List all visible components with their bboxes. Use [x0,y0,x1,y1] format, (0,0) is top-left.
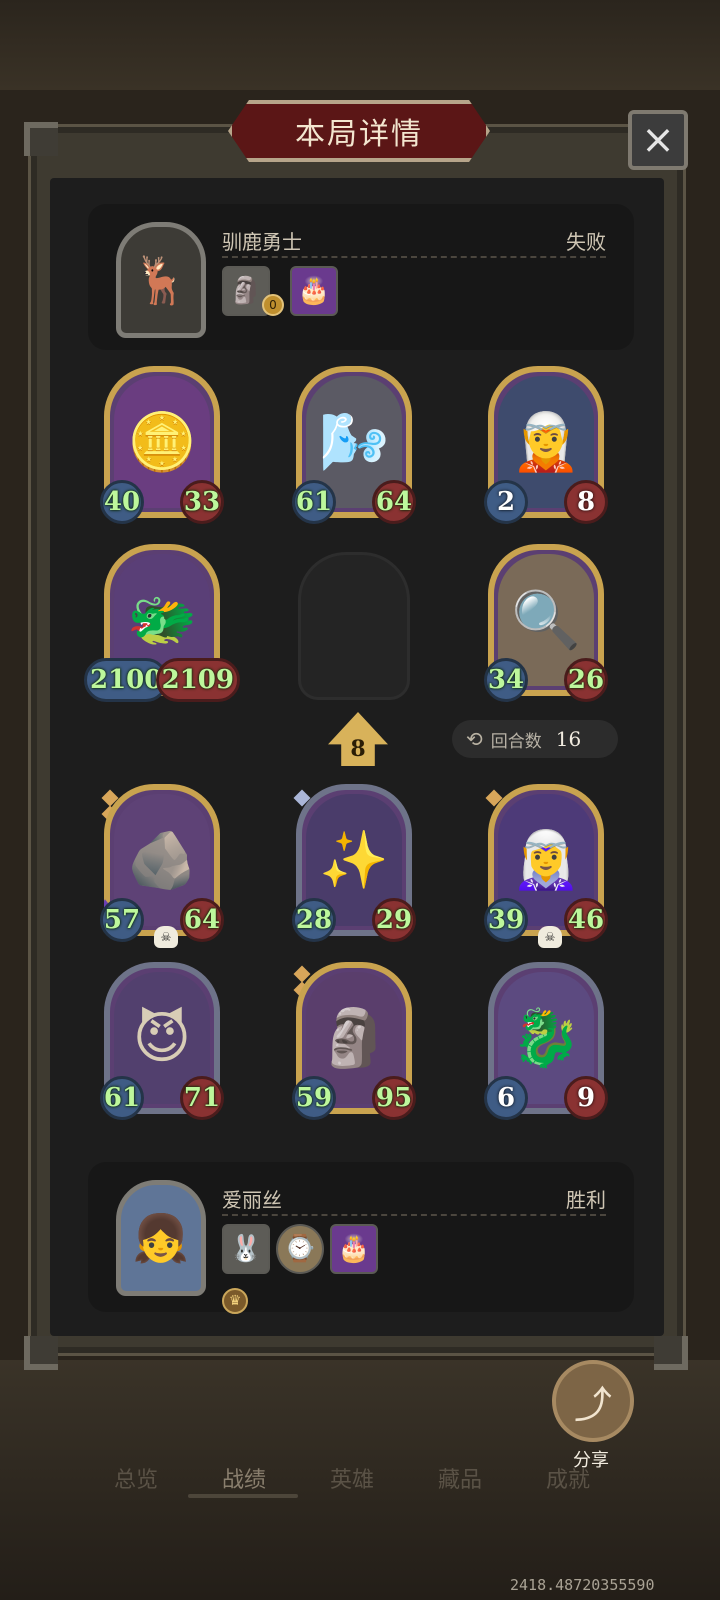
item-count-badge: 0 [262,294,284,316]
player-unit-card[interactable]: 🐉 6 9 [484,962,608,1120]
item-slot[interactable]: ⌚ [276,1224,324,1274]
divider [222,256,606,258]
skull-icon: ☠ [154,926,178,948]
attack-stat: 6 [484,1076,528,1120]
player-items: 🐰 ⌚ 🎂 [222,1224,378,1274]
attack-stat: 34 [484,658,528,702]
skull-icon: ☠ [538,926,562,948]
player-panel: 👧 爱丽丝 胜利 🐰 ⌚ 🎂 ♛ [88,1162,634,1314]
opponent-items: 🗿 0 🎂 [222,266,338,316]
header-background [0,0,720,90]
round-label: 回合数 [490,731,542,752]
tab-collection[interactable]: 藏品 [438,1462,482,1494]
opponent-avatar[interactable]: 🦌 [116,222,206,338]
health-stat: 64 [180,898,224,942]
player-unit-card[interactable]: 🧝‍♀️ 39 46 ☠ [484,784,608,948]
health-stat: 95 [372,1076,416,1120]
close-icon: × [641,117,675,163]
crown-icon: ♛ [222,1288,248,1314]
player-avatar[interactable]: 👧 [116,1180,206,1296]
title-banner: 本局详情 [228,100,490,162]
item-slot[interactable]: 🐰 [222,1224,270,1274]
tab-overview[interactable]: 总览 [114,1462,158,1494]
reindeer-icon: 🦌 [132,252,190,307]
refresh-icon: ⟲ [466,727,483,751]
frame-corner [654,1336,688,1370]
enemy-unit-card[interactable]: 🌬️ 61 64 [292,366,416,524]
enemy-unit-card[interactable]: 🧝 2 8 [484,366,608,524]
tab-record[interactable]: 战绩 [222,1462,266,1494]
round-counter: ⟲ 回合数 16 [452,720,618,758]
dialog-title: 本局详情 [295,117,423,152]
pocket-watch-icon: ⌚ [283,1234,317,1264]
attack-stat: 28 [292,898,336,942]
player-unit-card[interactable]: 🪨 57 64 ☠ [100,784,224,948]
cake-icon: 🎂 [337,1234,371,1264]
attack-stat: 59 [292,1076,336,1120]
share-icon: ⤴ [573,1382,612,1427]
enemy-unit-card[interactable]: 🐲 2100 2109 [84,544,240,702]
attack-stat: 2 [484,480,528,524]
opponent-panel: 🦌 驯鹿勇士 失败 🗿 0 🎂 [88,204,634,350]
cake-icon: 🎂 [297,276,331,306]
tab-achievements[interactable]: 成就 [546,1462,590,1494]
frame-corner [24,1336,58,1370]
divider [222,1214,606,1216]
attack-stat: 61 [292,480,336,524]
health-stat: 26 [564,658,608,702]
enemy-unit-card[interactable]: 🪙 40 33 [100,366,224,524]
tab-heroes[interactable]: 英雄 [330,1462,374,1494]
attack-stat: 39 [484,898,528,942]
footer-number: 2418.48720355590 [510,1576,655,1594]
player-unit-card[interactable]: ✨ 28 29 [292,784,416,942]
frame-corner [24,122,58,156]
arrow-value: 8 [350,736,366,762]
health-stat: 46 [564,898,608,942]
health-stat: 64 [372,480,416,524]
opponent-result: 失败 [566,230,606,254]
health-stat: 29 [372,898,416,942]
alice-icon: 👧 [132,1210,190,1265]
player-unit-card[interactable]: 🗿 59 95 [292,962,416,1120]
attack-stat: 57 [100,898,144,942]
player-unit-card[interactable]: 😈 61 71 [100,962,224,1120]
attack-stat: 61 [100,1076,144,1120]
item-slot[interactable]: 🎂 [290,266,338,316]
health-stat: 2109 [155,658,240,702]
enemy-unit-card[interactable]: 🔍 34 26 [484,544,608,702]
rabbit-icon: 🐰 [229,1234,263,1264]
item-slot[interactable]: 🎂 [330,1224,378,1274]
health-stat: 71 [180,1076,224,1120]
close-button[interactable]: × [628,110,688,170]
health-stat: 8 [564,480,608,524]
player-result: 胜利 [566,1188,606,1212]
opponent-name: 驯鹿勇士 [222,230,302,254]
round-value: 16 [555,727,582,751]
empty-board-slot [298,552,410,700]
player-name: 爱丽丝 [222,1188,282,1212]
statue-icon: 🗿 [229,276,263,306]
attack-stat: 40 [100,480,144,524]
share-button[interactable]: ⤴ [552,1360,634,1442]
health-stat: 9 [564,1076,608,1120]
active-tab-indicator [188,1494,298,1498]
bottom-tab-bar: 总览 战绩 英雄 藏品 成就 [0,1452,720,1502]
health-stat: 33 [180,480,224,524]
